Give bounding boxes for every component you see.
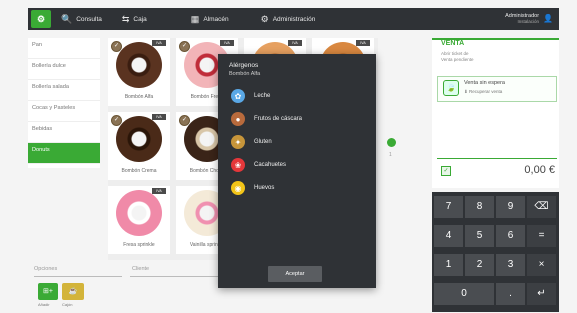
user-icon: 👤 [543, 14, 553, 23]
category-list: Pan Bollería dulce Bollería salada Cocas y … [28, 38, 100, 168]
nav-caja-label: Caja [133, 15, 147, 23]
keypad-key[interactable]: 0 [434, 283, 494, 305]
page-number: 1 [389, 152, 392, 158]
gear-icon: ⚙ [260, 13, 269, 24]
product-name: Bombón Crema [121, 168, 157, 174]
ticket-name: Venta sin espera [464, 80, 505, 86]
top-navigation-bar: ⚙ 🔍 Consulta ⇆ Caja ▦ Almacén ⚙ Administ… [28, 8, 559, 30]
product-tile[interactable]: IVA ✓ Bombón Crema [108, 112, 170, 180]
keypad-key[interactable]: . [496, 283, 525, 305]
popup-title: Alérgenos [229, 62, 259, 69]
allergen-check-icon[interactable]: ✓ [111, 115, 122, 126]
product-tile[interactable]: IVA ✓ Bombón Alfa [108, 38, 170, 106]
keypad-key[interactable]: 7 [434, 196, 463, 218]
keypad-key[interactable]: 5 [465, 225, 494, 247]
app-logo-icon[interactable]: ⚙ [31, 10, 51, 28]
allergen-row: ● Frutos de cáscara [231, 111, 302, 127]
store-icon: ▦ [190, 13, 200, 24]
allergen-row: ◉ Huevos [231, 180, 274, 196]
sale-subtitle-line2: Venta pendiente [441, 56, 474, 62]
leaf-icon: 🍃 [443, 80, 459, 96]
nav-consulta[interactable]: 🔍 Consulta [51, 8, 112, 30]
allergen-label: Cacahuetes [254, 162, 287, 168]
sale-title: VENTA [441, 40, 465, 47]
keypad-key[interactable]: 2 [465, 254, 494, 276]
tax-badge: IVA [152, 40, 166, 46]
swap-arrows-icon: ⇆ [121, 13, 130, 24]
nav-almacen[interactable]: ▦ Almacén [181, 8, 239, 30]
peanut-icon: ❀ [231, 158, 245, 172]
milk-icon: ✿ [231, 89, 245, 103]
user-subtitle: Instalación [517, 19, 540, 24]
nav-almacen-label: Almacén [203, 15, 229, 23]
donut-image [116, 42, 162, 88]
allergen-row: ❀ Cacahuetes [231, 157, 286, 173]
product-tile[interactable]: IVA Fresa sprinkle [108, 186, 170, 254]
tax-badge: IVA [152, 188, 166, 194]
accept-button[interactable]: Aceptar [268, 266, 322, 282]
category-item[interactable]: Cocas y Pasteles [28, 101, 100, 122]
donut-image [116, 190, 162, 236]
options-divider [34, 276, 122, 277]
allergen-label: Huevos [254, 185, 275, 191]
nut-icon: ● [231, 112, 245, 126]
keypad-key[interactable]: 9 [496, 196, 525, 218]
keypad-key[interactable]: 8 [465, 196, 494, 218]
keypad-key[interactable]: 6 [496, 225, 525, 247]
tax-badge: IVA [220, 40, 234, 46]
client-divider [130, 276, 220, 277]
category-item[interactable]: Pan [28, 38, 100, 59]
drawer-button-label: Cajón [62, 302, 73, 307]
client-label: Cliente [132, 266, 150, 272]
keypad-key[interactable]: 4 [434, 225, 463, 247]
allergen-row: ✿ Leche [231, 88, 270, 104]
drawer-button[interactable]: ☕ [62, 283, 84, 300]
user-menu[interactable]: Administrador Instalación 👤 [505, 13, 553, 25]
allergen-check-icon[interactable]: ✓ [111, 41, 122, 52]
tax-badge: IVA [356, 40, 370, 46]
allergen-label: Frutos de cáscara [254, 116, 303, 122]
keypad-key[interactable]: ↵ [527, 283, 556, 305]
allergen-row: ✦ Gluten [231, 134, 272, 150]
options-label: Opciones [34, 266, 58, 272]
add-button-label: Añadir [38, 302, 50, 307]
product-name: Bombón Alfa [124, 94, 154, 100]
category-item[interactable]: Bollería dulce [28, 59, 100, 80]
category-item[interactable]: Bebidas [28, 122, 100, 143]
product-name: Fresa sprinkle [123, 242, 155, 248]
popup-subtitle: Bombón Alfa [229, 71, 261, 77]
check-icon[interactable]: ✓ [441, 166, 451, 176]
page-indicator-dot[interactable] [387, 138, 396, 147]
add-button[interactable]: ⊞+ [38, 283, 58, 300]
category-item[interactable]: Donuts [28, 143, 100, 164]
app-root: ⚙ 🔍 Consulta ⇆ Caja ▦ Almacén ⚙ Administ… [0, 0, 577, 313]
tax-badge: IVA [288, 40, 302, 46]
keypad-key[interactable]: ⌫ [527, 196, 556, 218]
keypad-key[interactable]: = [527, 225, 556, 247]
nav-consulta-label: Consulta [76, 15, 102, 23]
keypad-key[interactable]: × [527, 254, 556, 276]
recover-sale-link[interactable]: ⬇ Recuperar venta [464, 89, 502, 95]
search-icon: 🔍 [61, 13, 73, 24]
nav-administracion[interactable]: ⚙ Administración [251, 8, 326, 30]
price-divider [437, 158, 557, 159]
category-item[interactable]: Bollería salada [28, 80, 100, 101]
keypad-key[interactable]: 1 [434, 254, 463, 276]
total-price: 0,00 € [524, 164, 555, 176]
donut-image [116, 116, 162, 162]
allergen-check-icon[interactable]: ✓ [179, 115, 190, 126]
sale-subtitle-line1: Abrir ticket de [441, 51, 469, 56]
allergens-popup: Alérgenos Bombón Alfa ✿ Leche ● Frutos de c… [218, 54, 376, 288]
numeric-keypad: 7 8 9 ⌫ 4 5 6 = 1 2 3 × 0. ↵ [432, 192, 559, 312]
sale-subtitle: Abrir ticket de Venta pendiente [441, 51, 474, 62]
tax-badge: IVA [152, 114, 166, 120]
keypad-key[interactable]: 3 [496, 254, 525, 276]
egg-icon: ◉ [231, 181, 245, 195]
allergen-label: Gluten [254, 139, 272, 145]
allergen-check-icon[interactable]: ✓ [179, 41, 190, 52]
nav-caja[interactable]: ⇆ Caja [112, 8, 157, 30]
allergen-label: Leche [254, 93, 271, 99]
nav-administracion-label: Administración [272, 15, 316, 23]
wheat-icon: ✦ [231, 135, 245, 149]
